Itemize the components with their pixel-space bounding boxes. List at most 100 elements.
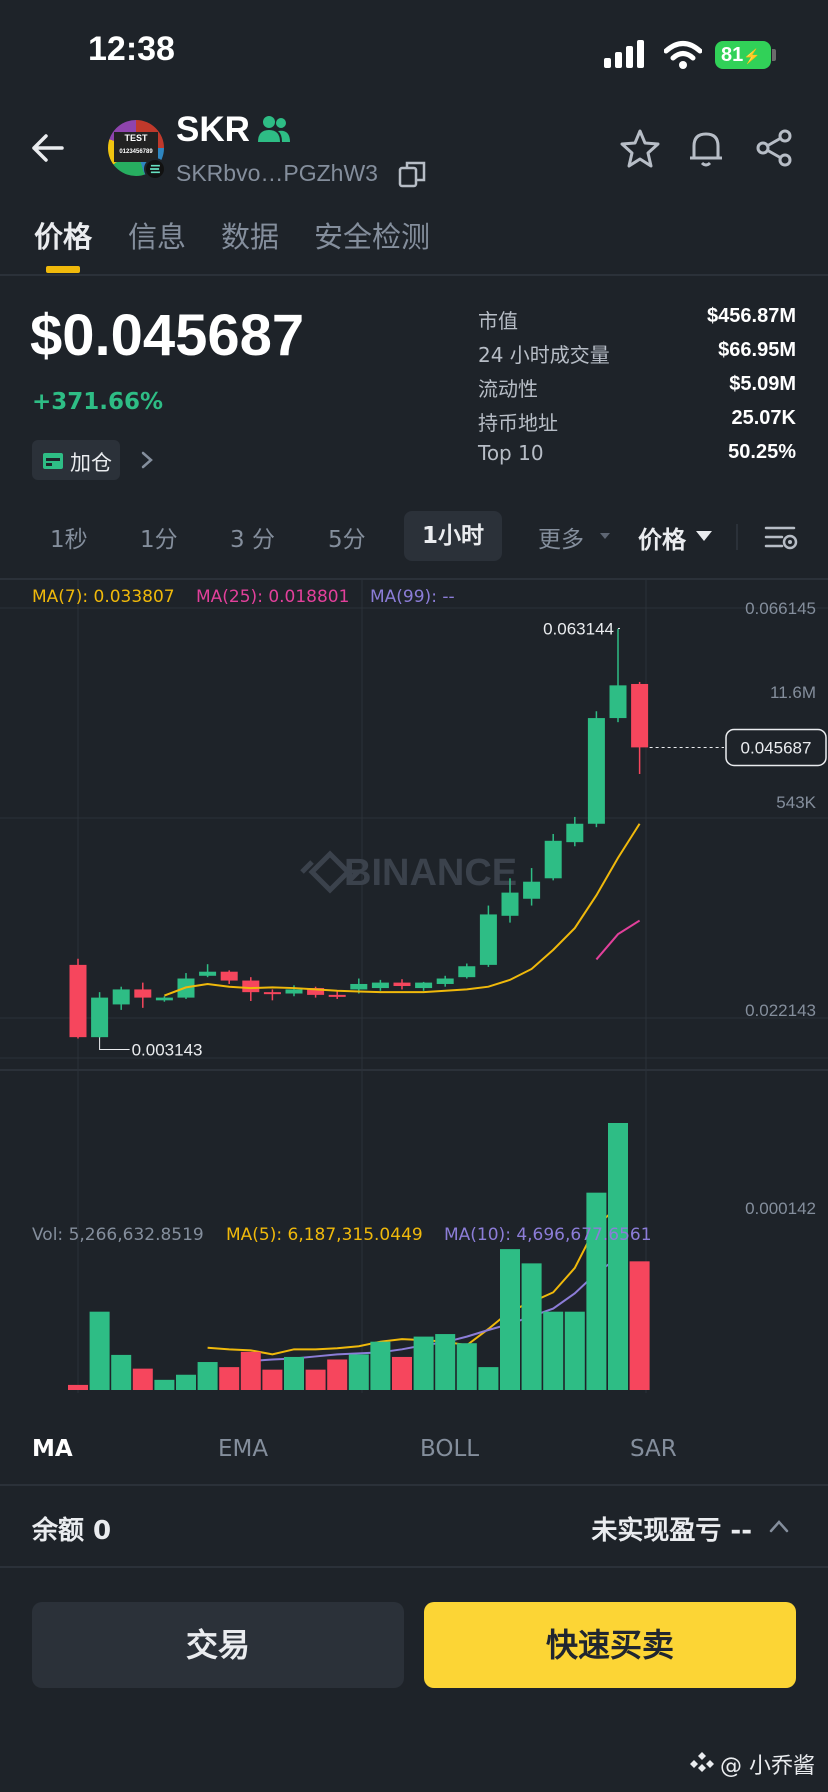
stat-liquidity-label: 流动性: [478, 377, 538, 401]
trade-button[interactable]: 交易: [32, 1602, 404, 1688]
tab-security[interactable]: 安全检测: [314, 214, 430, 256]
candle-body: [242, 980, 260, 993]
volume-bar: [305, 1369, 326, 1390]
tab-data[interactable]: 数据: [221, 214, 279, 256]
battery-level: 81: [721, 44, 744, 66]
unrealized-pnl: 未实现盈亏 --: [591, 1516, 752, 1546]
ma99-legend: MA(99): --: [370, 587, 455, 607]
candle-body: [393, 982, 411, 987]
vol-ma5-legend: MA(5): 6,187,315.0449: [226, 1225, 423, 1245]
binance-watermark-text: BINANCE: [344, 852, 517, 894]
volume-bar: [543, 1311, 564, 1390]
add-position-label: 加仓: [70, 451, 112, 475]
candle-body: [155, 997, 173, 1001]
candle-body: [285, 989, 303, 994]
candle-body: [69, 964, 87, 1038]
candle-body: [458, 966, 476, 978]
price-axis-label: 0.000142: [745, 1199, 816, 1218]
volume-bar: [111, 1354, 132, 1390]
star-favorite-icon[interactable]: [620, 128, 660, 168]
token-address: SKRbvo…PGZhW3: [176, 160, 378, 186]
volume-bar: [197, 1362, 218, 1390]
candle-body: [523, 881, 541, 899]
bell-alert-icon[interactable]: [686, 128, 726, 168]
time-axis-label: 2026-01-21 09:00: [11, 1395, 145, 1398]
token-logo-subtext: 0123456789: [119, 149, 153, 155]
cellular-signal-icon: [604, 40, 646, 68]
binance-square-logo-icon: [690, 1752, 714, 1772]
candle-body: [544, 840, 562, 879]
interval-1s[interactable]: 1秒: [50, 520, 88, 554]
current-price: $0.045687: [30, 303, 305, 368]
candle-body: [371, 982, 389, 989]
interval-5m[interactable]: 5分: [328, 520, 366, 554]
ma-lines-layer: [164, 823, 641, 1363]
balance-text: 余额 0: [32, 1516, 112, 1546]
chart-mode-dropdown[interactable]: 价格: [638, 520, 686, 555]
chevron-right-icon[interactable]: [138, 450, 156, 470]
candles-layer: [69, 628, 649, 1039]
volume-bar: [435, 1334, 456, 1390]
stat-liquidity-value: $5.09M: [729, 373, 796, 395]
ma7-line: [164, 823, 641, 997]
interval-3m[interactable]: 3 分: [230, 520, 275, 554]
price-axis-label: 0.066145: [745, 599, 816, 618]
volume-layer: [68, 1123, 650, 1390]
add-position-button[interactable]: 加仓: [32, 440, 120, 480]
tab-price[interactable]: 价格: [34, 214, 92, 256]
volume-bar: [586, 1192, 607, 1390]
volume-bar: [370, 1341, 391, 1390]
candle-body: [91, 997, 109, 1038]
stat-volume-value: $66.95M: [718, 339, 796, 361]
chevron-up-icon[interactable]: [768, 1518, 790, 1534]
chart-settings-icon[interactable]: [764, 520, 798, 554]
quick-trade-button[interactable]: 快速买卖: [424, 1602, 796, 1688]
volume-bar: [154, 1379, 175, 1390]
tabs-divider: [0, 274, 828, 276]
interval-1m[interactable]: 1分: [140, 520, 178, 554]
volume-bar: [176, 1374, 196, 1390]
copy-icon[interactable]: [398, 160, 426, 188]
interval-more[interactable]: 更多: [538, 520, 584, 554]
volume-bar: [564, 1311, 585, 1390]
indicator-ma[interactable]: MA: [32, 1436, 73, 1462]
token-logo-text: TEST: [124, 133, 148, 143]
community-icon[interactable]: [258, 114, 290, 144]
time-axis-label: 2026-01-21 22:00: [295, 1395, 429, 1398]
interval-1h[interactable]: 1小时: [404, 511, 502, 561]
solana-chain-icon: [144, 158, 166, 180]
time-axis-label: 2026-01-22 11:00: [580, 1395, 713, 1398]
candle-body: [350, 983, 368, 990]
candle-body: [415, 982, 433, 989]
indicator-ema[interactable]: EMA: [218, 1436, 268, 1462]
price-change: +371.66%: [32, 389, 164, 415]
interval-separator: [736, 524, 738, 550]
share-icon[interactable]: [754, 128, 794, 168]
ma25-line: [595, 919, 641, 961]
volume-bar: [500, 1249, 520, 1390]
wifi-icon: [664, 41, 702, 69]
volume-bar: [284, 1356, 304, 1390]
tab-info[interactable]: 信息: [128, 214, 186, 256]
tab-active-indicator: [46, 266, 80, 273]
volume-bar: [608, 1123, 628, 1390]
high-price-label: 0.063144: [543, 619, 614, 638]
volume-bar: [456, 1343, 477, 1390]
candle-body: [501, 892, 519, 916]
candle-body: [631, 683, 649, 748]
vol-ma10-legend: MA(10): 4,696,677.6561: [444, 1225, 652, 1245]
volume-bar: [132, 1368, 153, 1390]
price-chart[interactable]: BINANCE 0.066145 0.022143 0.000142 11.6M 543…: [0, 578, 828, 1398]
indicator-sar[interactable]: SAR: [630, 1436, 677, 1462]
volume-legend: Vol: 5,266,632.8519: [32, 1225, 204, 1245]
stat-volume-label: 24 小时成交量: [478, 343, 610, 367]
ma25-legend: MA(25): 0.018801: [196, 587, 350, 607]
stat-holders-value: 25.07K: [731, 407, 797, 429]
candle-body: [134, 989, 152, 998]
indicator-boll[interactable]: BOLL: [420, 1436, 479, 1462]
volume-bar: [68, 1384, 88, 1390]
stat-top10-value: 50.25%: [728, 441, 796, 463]
status-time: 12:38: [88, 30, 175, 68]
low-leader-line: [99, 1037, 130, 1051]
back-arrow-icon[interactable]: [28, 128, 68, 168]
